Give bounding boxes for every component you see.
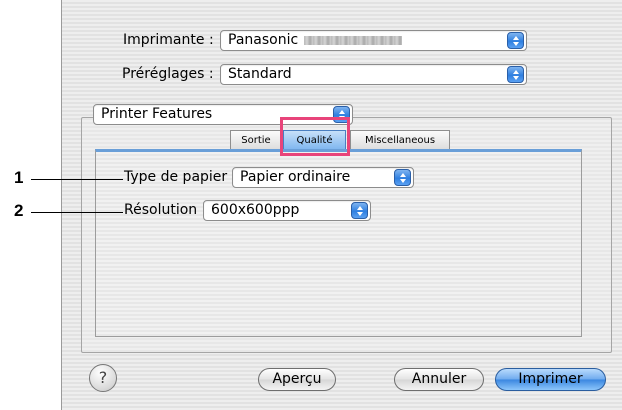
tab-miscellaneous[interactable]: Miscellaneous: [350, 130, 450, 150]
printer-value: Panasonic: [228, 32, 299, 48]
printer-popup[interactable]: Panasonic: [220, 30, 527, 51]
resolution-value: 600x600ppp: [211, 202, 300, 218]
printer-label: Imprimante :: [123, 32, 214, 48]
popup-arrows-icon: [507, 32, 524, 49]
callout-line-2: [31, 212, 123, 213]
popup-arrows-icon: [507, 66, 524, 83]
resolution-label: Résolution: [124, 202, 198, 218]
preview-button[interactable]: Aperçu: [258, 368, 336, 391]
help-button[interactable]: ?: [89, 364, 117, 392]
paper-type-value: Papier ordinaire: [240, 169, 351, 185]
tab-sortie[interactable]: Sortie: [230, 130, 282, 150]
presets-label: Préréglages :: [122, 66, 214, 82]
print-button[interactable]: Imprimer: [495, 368, 606, 391]
resolution-popup[interactable]: 600x600ppp: [203, 200, 371, 221]
presets-popup[interactable]: Standard: [220, 64, 527, 85]
callout-number-2: 2: [14, 201, 24, 220]
callout-line-1: [31, 179, 123, 180]
callout-number-1: 1: [14, 168, 24, 187]
paper-type-label: Type de papier: [124, 169, 228, 185]
popup-arrows-icon: [351, 202, 368, 219]
cancel-button[interactable]: Annuler: [394, 368, 484, 391]
presets-value: Standard: [228, 66, 292, 82]
panel-value: Printer Features: [101, 106, 213, 122]
redacted-printer-model: [304, 35, 403, 45]
paper-type-popup[interactable]: Papier ordinaire: [232, 167, 414, 188]
popup-arrows-icon: [394, 169, 411, 186]
active-tab-highlight: [280, 117, 350, 156]
